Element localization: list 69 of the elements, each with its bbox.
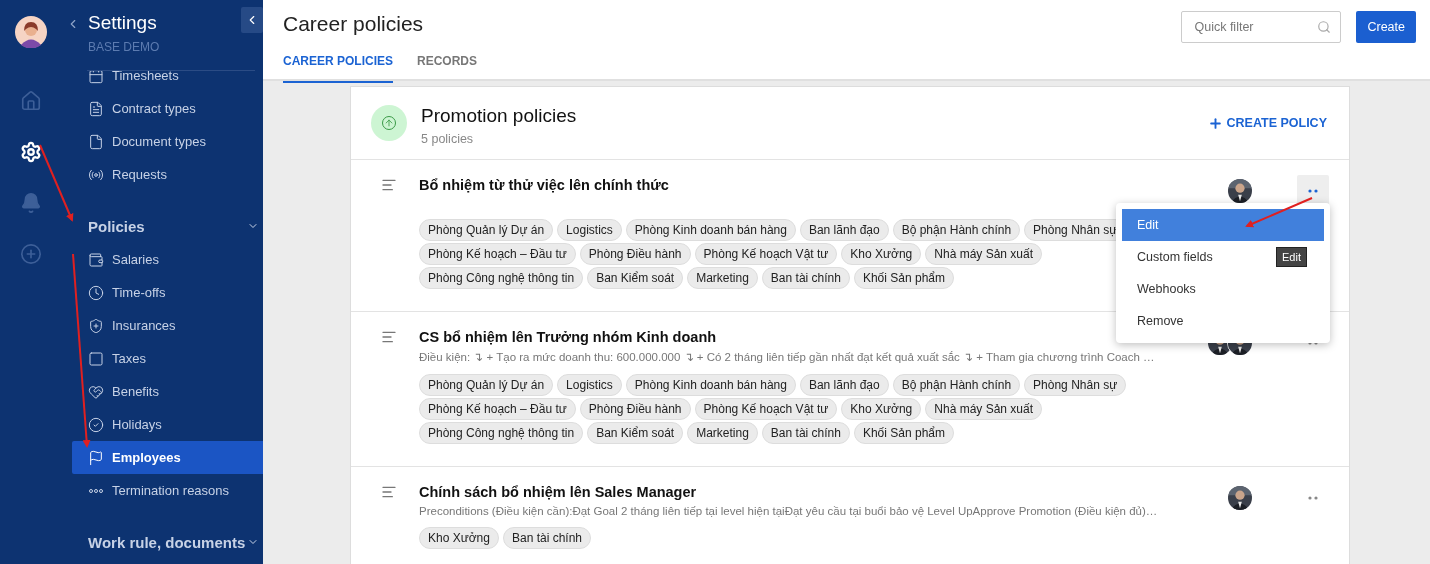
- department-tag: Ban tài chính: [761, 422, 850, 444]
- sidebar-item[interactable]: Employees: [72, 441, 263, 474]
- section-header[interactable]: Work rule, documents: [62, 525, 263, 559]
- policy-title[interactable]: Chính sách bổ nhiệm lên Sales Manager: [419, 484, 697, 500]
- department-tag: Kho Xưởng: [841, 243, 922, 265]
- sidebar-subtitle: BASE DEMO: [88, 40, 160, 54]
- department-tag: Phòng Công nghệ thông tin: [419, 267, 584, 289]
- department-tag: Marketing: [687, 422, 758, 444]
- tab[interactable]: CAREER POLICIES: [283, 54, 393, 83]
- sidebar-item[interactable]: Contract types: [72, 92, 263, 125]
- department-tag: Ban tài chính: [761, 267, 850, 289]
- department-tag: Phòng Công nghệ thông tin: [419, 422, 584, 444]
- department-tag: Bộ phận Hành chính: [892, 219, 1021, 241]
- policy-title[interactable]: Bổ nhiệm từ thử việc lên chính thức: [419, 177, 669, 193]
- department-tag: Phòng Điều hành: [579, 398, 691, 420]
- department-tag: Marketing: [687, 267, 758, 289]
- sidebar-item[interactable]: Document types: [72, 125, 263, 158]
- department-tag: Phòng Kinh doanh bán hàng: [625, 219, 796, 241]
- card-title: Promotion policies: [421, 104, 577, 127]
- department-tag: Kho Xưởng: [419, 527, 499, 549]
- policy-title[interactable]: CS bổ nhiệm lên Trưởng nhóm Kinh doanh: [419, 329, 717, 345]
- policy-description: Preconditions (Điều kiện cần):Đạt Goal 2 tháng liên tiếp tại level hiện tạiĐạt yêu cầu tại buổi bảo vệ Level UpApprove Promotion (Điều kiện đủ)…: [419, 505, 1159, 517]
- sidebar-title: Settings: [88, 12, 158, 34]
- sidebar-item[interactable]: Salaries: [72, 243, 263, 276]
- menu-item[interactable]: Remove: [1122, 305, 1199, 337]
- department-tag: Phòng Quản lý Dự án: [419, 219, 554, 241]
- department-tag: Logistics: [557, 374, 622, 396]
- search-field[interactable]: Quick filter: [1181, 11, 1342, 43]
- sidebar-item[interactable]: Holidays: [72, 408, 263, 441]
- department-tag: Phòng Kế hoạch Vật tư: [694, 398, 838, 420]
- department-tag: Khối Sản phẩm: [853, 267, 954, 289]
- department-tag: Phòng Nhân sự: [1024, 374, 1127, 396]
- create-button[interactable]: Create: [1356, 11, 1416, 43]
- department-tag: Khối Sản phẩm: [853, 422, 954, 444]
- menu-item[interactable]: Edit: [1122, 209, 1324, 241]
- policy-count: 5 policies: [421, 131, 475, 146]
- page-title: Career policies: [283, 12, 425, 36]
- sidebar-item[interactable]: Insurances: [72, 309, 263, 342]
- sidebar-item[interactable]: Benefits: [72, 375, 263, 408]
- menu-item[interactable]: Custom fields: [1122, 241, 1228, 273]
- department-tag: Ban lãnh đạo: [799, 219, 889, 241]
- department-tag: Phòng Quản lý Dự án: [419, 374, 554, 396]
- section-title: Policies: [88, 217, 145, 235]
- menu-item[interactable]: Webhooks: [1122, 273, 1211, 305]
- department-tag: Phòng Kinh doanh bán hàng: [625, 374, 796, 396]
- department-tag: Nhà máy Sản xuất: [925, 398, 1042, 420]
- department-tag: Phòng Kế hoạch – Đầu tư: [419, 243, 576, 265]
- tooltip: Edit: [1276, 247, 1307, 267]
- create-policy-link[interactable]: CREATE POLICY: [1207, 115, 1327, 131]
- tab[interactable]: RECORDS: [417, 54, 478, 83]
- department-tag: Phòng Kế hoạch – Đầu tư: [419, 398, 576, 420]
- sidebar-item[interactable]: Taxes: [72, 342, 263, 375]
- sidebar-item[interactable]: Requests: [72, 158, 263, 191]
- department-tag: Ban tài chính: [502, 527, 591, 549]
- sidebar-item[interactable]: Termination reasons: [72, 474, 263, 507]
- department-tag: Nhà máy Sản xuất: [925, 243, 1042, 265]
- department-tag: Ban Kiểm soát: [587, 422, 684, 444]
- policy-description: Điều kiện: ↴ + Tạo ra mức doanh thu: 600.000.000 ↴ + Có 2 tháng liên tiếp gần nhất đạt kết quả xuất sắc ↴ + Tham gia chương trình Coach …: [419, 350, 1156, 364]
- department-tag: Phòng Điều hành: [579, 243, 691, 265]
- section-header[interactable]: Policies: [62, 209, 263, 243]
- sidebar-item[interactable]: Timesheets: [72, 71, 263, 92]
- department-tag: Ban Kiểm soát: [587, 267, 684, 289]
- department-tag: Bộ phận Hành chính: [892, 374, 1021, 396]
- department-tag: Phòng Kế hoạch Vật tư: [694, 243, 838, 265]
- department-tag: Ban lãnh đạo: [799, 374, 889, 396]
- sidebar-item[interactable]: Time-offs: [72, 276, 263, 309]
- section-title: Work rule, documents: [88, 533, 246, 551]
- department-tag: Logistics: [557, 219, 622, 241]
- department-tag: Kho Xưởng: [841, 398, 922, 420]
